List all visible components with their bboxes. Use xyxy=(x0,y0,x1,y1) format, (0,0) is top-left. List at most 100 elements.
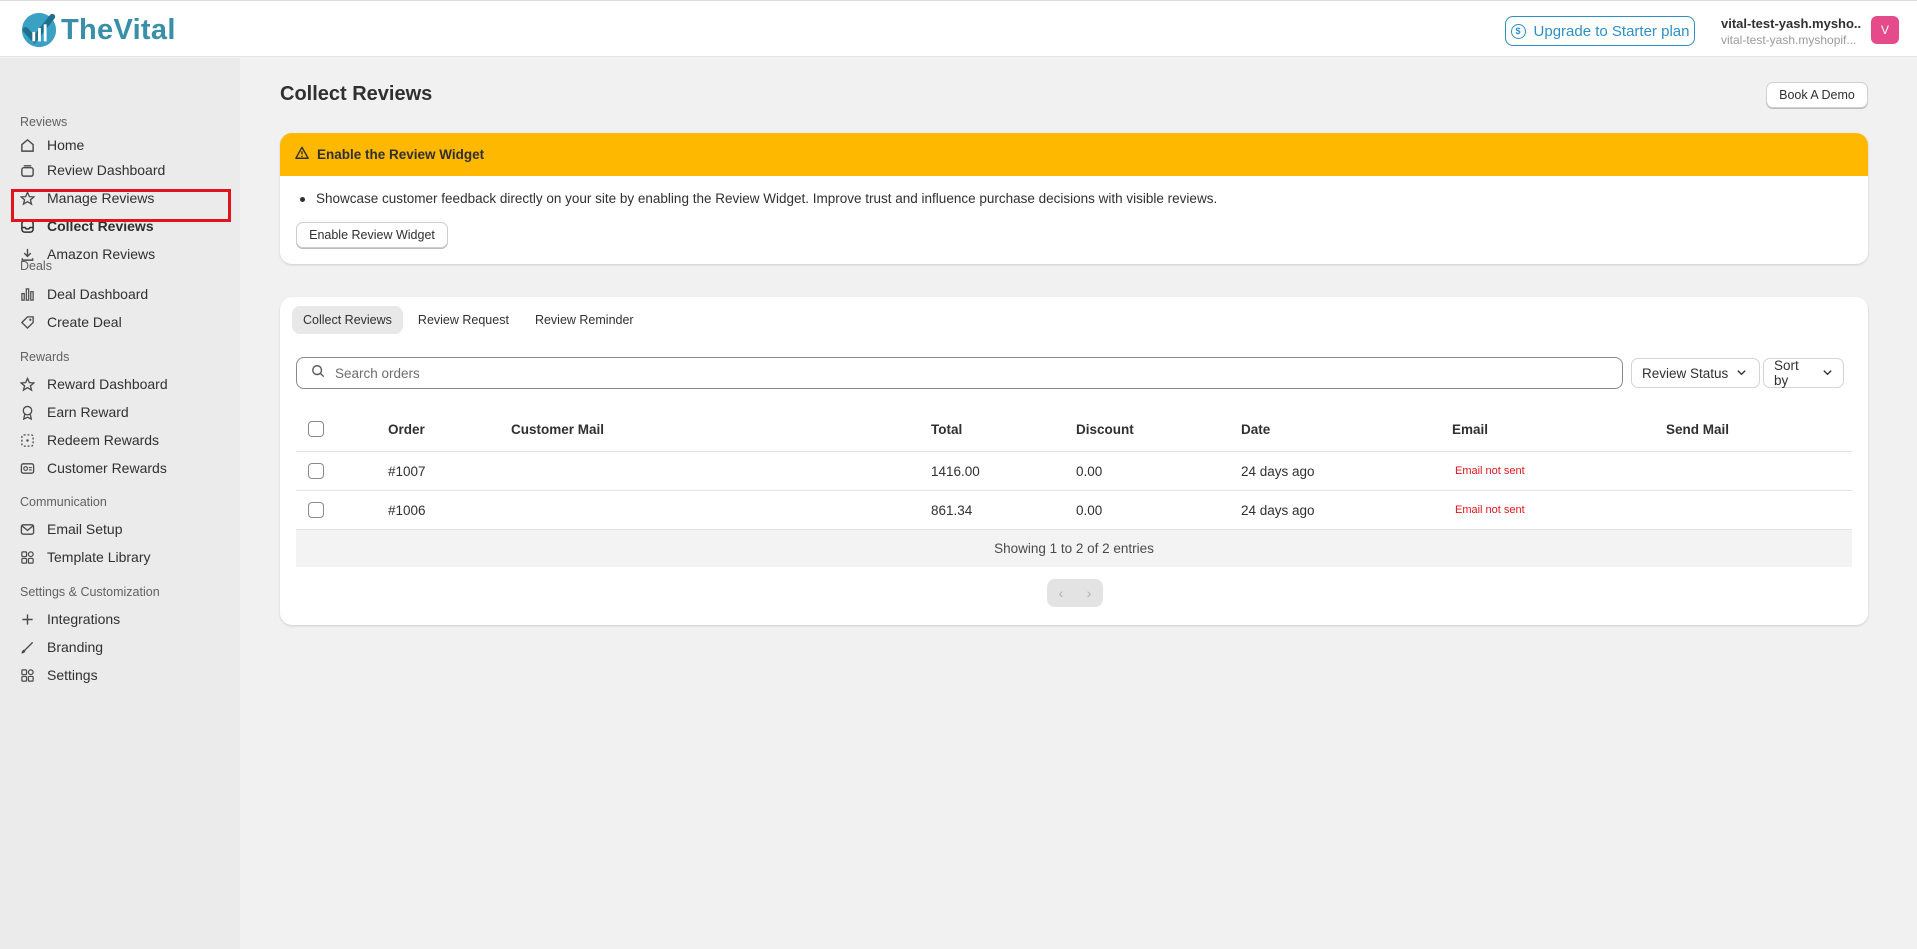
chevron-right-icon[interactable]: › xyxy=(1087,585,1092,601)
tab-review-request[interactable]: Review Request xyxy=(407,306,520,334)
sidebar-item-label: Email Setup xyxy=(47,521,123,537)
section-communication: Communication xyxy=(20,495,107,509)
sidebar-item-integrations[interactable]: Integrations xyxy=(20,606,120,632)
sidebar-item-reward-dashboard[interactable]: Reward Dashboard xyxy=(20,371,168,397)
row-checkbox[interactable] xyxy=(308,463,324,479)
sidebar-item-customer-rewards[interactable]: Customer Rewards xyxy=(20,455,167,481)
sidebar-item-create-deal[interactable]: Create Deal xyxy=(20,309,122,335)
sidebar-item-label: Create Deal xyxy=(47,314,122,330)
column-header[interactable]: Order xyxy=(388,407,425,451)
column-header[interactable]: Customer Mail xyxy=(511,407,604,451)
sort-label: Sort by xyxy=(1774,358,1799,388)
dollar-icon: $ xyxy=(1510,23,1526,39)
tab-bar: Collect Reviews Review Request Review Re… xyxy=(292,306,645,334)
chevron-down-icon xyxy=(1736,366,1747,381)
total-cell: 1416.00 xyxy=(931,463,980,479)
sidebar-item-label: Reward Dashboard xyxy=(47,376,168,392)
upgrade-label: Upgrade to Starter plan xyxy=(1533,22,1690,40)
sidebar-item-label: Redeem Rewards xyxy=(47,432,160,448)
sidebar-item-settings[interactable]: Settings xyxy=(20,662,98,688)
sidebar-item-label: Customer Rewards xyxy=(47,460,167,476)
sidebar-item-label: Deal Dashboard xyxy=(47,286,149,302)
gift-card-icon xyxy=(20,461,35,476)
total-cell: 861.34 xyxy=(931,502,973,518)
page-title: Collect Reviews xyxy=(280,83,433,105)
store-info[interactable]: vital-test-yash.mysho... vital-test-yash… xyxy=(1721,16,1861,47)
review-widget-banner: Enable the Review Widget Showcase custom… xyxy=(280,133,1868,264)
order-cell: #1006 xyxy=(388,502,426,518)
enable-review-widget-button[interactable]: Enable Review Widget xyxy=(296,222,448,248)
sidebar-item-label: Template Library xyxy=(47,549,151,565)
chevron-left-icon[interactable]: ‹ xyxy=(1059,585,1064,601)
search-input[interactable] xyxy=(335,365,1585,381)
sidebar-item-label: Earn Reward xyxy=(47,404,129,420)
row-select-cell xyxy=(308,491,324,529)
sidebar-item-deal-dashboard[interactable]: Deal Dashboard xyxy=(20,281,148,307)
row-select-cell xyxy=(308,452,324,490)
sidebar-item-redeem-rewards[interactable]: Redeem Rewards xyxy=(20,427,159,453)
date-cell: 24 days ago xyxy=(1241,502,1315,518)
plus-icon xyxy=(20,612,35,627)
pagination: ‹ › xyxy=(1047,579,1103,607)
select-all-checkbox[interactable] xyxy=(308,421,324,437)
sidebar-item-home[interactable]: Home xyxy=(20,132,84,158)
sidebar-item-label: Integrations xyxy=(47,611,121,627)
column-header[interactable]: Discount xyxy=(1076,407,1134,451)
bar-chart-icon xyxy=(20,287,35,302)
tab-collect-reviews[interactable]: Collect Reviews xyxy=(292,306,403,334)
row-checkbox[interactable] xyxy=(308,502,324,518)
discount-cell: 0.00 xyxy=(1076,463,1103,479)
upgrade-button[interactable]: $ Upgrade to Starter plan xyxy=(1505,16,1695,46)
app-logo[interactable]: TheVital xyxy=(20,11,176,49)
store-name: vital-test-yash.mysho... xyxy=(1721,16,1861,31)
badge-icon xyxy=(20,405,35,420)
bullet xyxy=(300,197,305,202)
app-name: TheVital xyxy=(61,13,176,46)
star-icon xyxy=(20,376,35,392)
apps-icon xyxy=(20,668,35,683)
sort-by-button[interactable]: Sort by xyxy=(1763,358,1844,388)
warning-icon xyxy=(295,146,309,163)
dotted-square-icon xyxy=(20,433,35,448)
sidebar-item-review-dashboard[interactable]: Review Dashboard xyxy=(20,157,165,183)
column-header[interactable]: Total xyxy=(931,407,962,451)
email-status: Email not sent xyxy=(1455,465,1525,477)
sidebar-item-label: Home xyxy=(47,137,85,153)
apps-icon xyxy=(20,550,35,565)
search-icon xyxy=(311,364,325,383)
tab-review-reminder[interactable]: Review Reminder xyxy=(524,306,645,334)
mail-icon xyxy=(20,522,35,537)
section-deals: Deals xyxy=(20,259,52,273)
sidebar-item-label: Settings xyxy=(47,667,98,683)
avatar[interactable]: V xyxy=(1871,16,1899,44)
sidebar-item-label: Review Dashboard xyxy=(47,162,166,178)
table-row[interactable]: #1007 1416.00 0.00 24 days ago Email not… xyxy=(296,452,1852,491)
orders-card: Collect Reviews Review Request Review Re… xyxy=(280,297,1868,625)
table-row[interactable]: #1006 861.34 0.00 24 days ago Email not … xyxy=(296,491,1852,530)
inbox-stack-icon xyxy=(20,163,35,178)
tag-icon xyxy=(20,315,35,330)
active-item-highlight xyxy=(11,189,231,222)
store-domain: vital-test-yash.myshopif... xyxy=(1721,33,1857,47)
logo-icon xyxy=(21,12,57,48)
sidebar-item-email-setup[interactable]: Email Setup xyxy=(20,516,122,542)
search-field[interactable] xyxy=(296,357,1623,389)
review-status-filter[interactable]: Review Status xyxy=(1631,358,1760,388)
sidebar-item-earn-reward[interactable]: Earn Reward xyxy=(20,399,129,425)
top-bar: TheVital $ Upgrade to Starter plan vital… xyxy=(0,0,1917,57)
home-icon xyxy=(20,138,35,153)
section-reviews: Reviews xyxy=(20,115,68,129)
column-header[interactable]: Send Mail xyxy=(1666,407,1729,451)
column-header[interactable]: Email xyxy=(1452,407,1488,451)
email-status: Email not sent xyxy=(1455,504,1525,516)
filter-label: Review Status xyxy=(1642,365,1729,381)
date-cell: 24 days ago xyxy=(1241,463,1315,479)
paintbrush-icon xyxy=(20,640,35,655)
sidebar-item-branding[interactable]: Branding xyxy=(20,634,103,660)
sidebar-item-label: Amazon Reviews xyxy=(47,246,156,262)
column-header[interactable]: Date xyxy=(1241,407,1270,451)
table-footer: Showing 1 to 2 of 2 entries xyxy=(296,530,1852,567)
select-all-cell xyxy=(308,407,324,451)
book-demo-button[interactable]: Book A Demo xyxy=(1766,82,1868,108)
sidebar-item-template-library[interactable]: Template Library xyxy=(20,544,151,570)
